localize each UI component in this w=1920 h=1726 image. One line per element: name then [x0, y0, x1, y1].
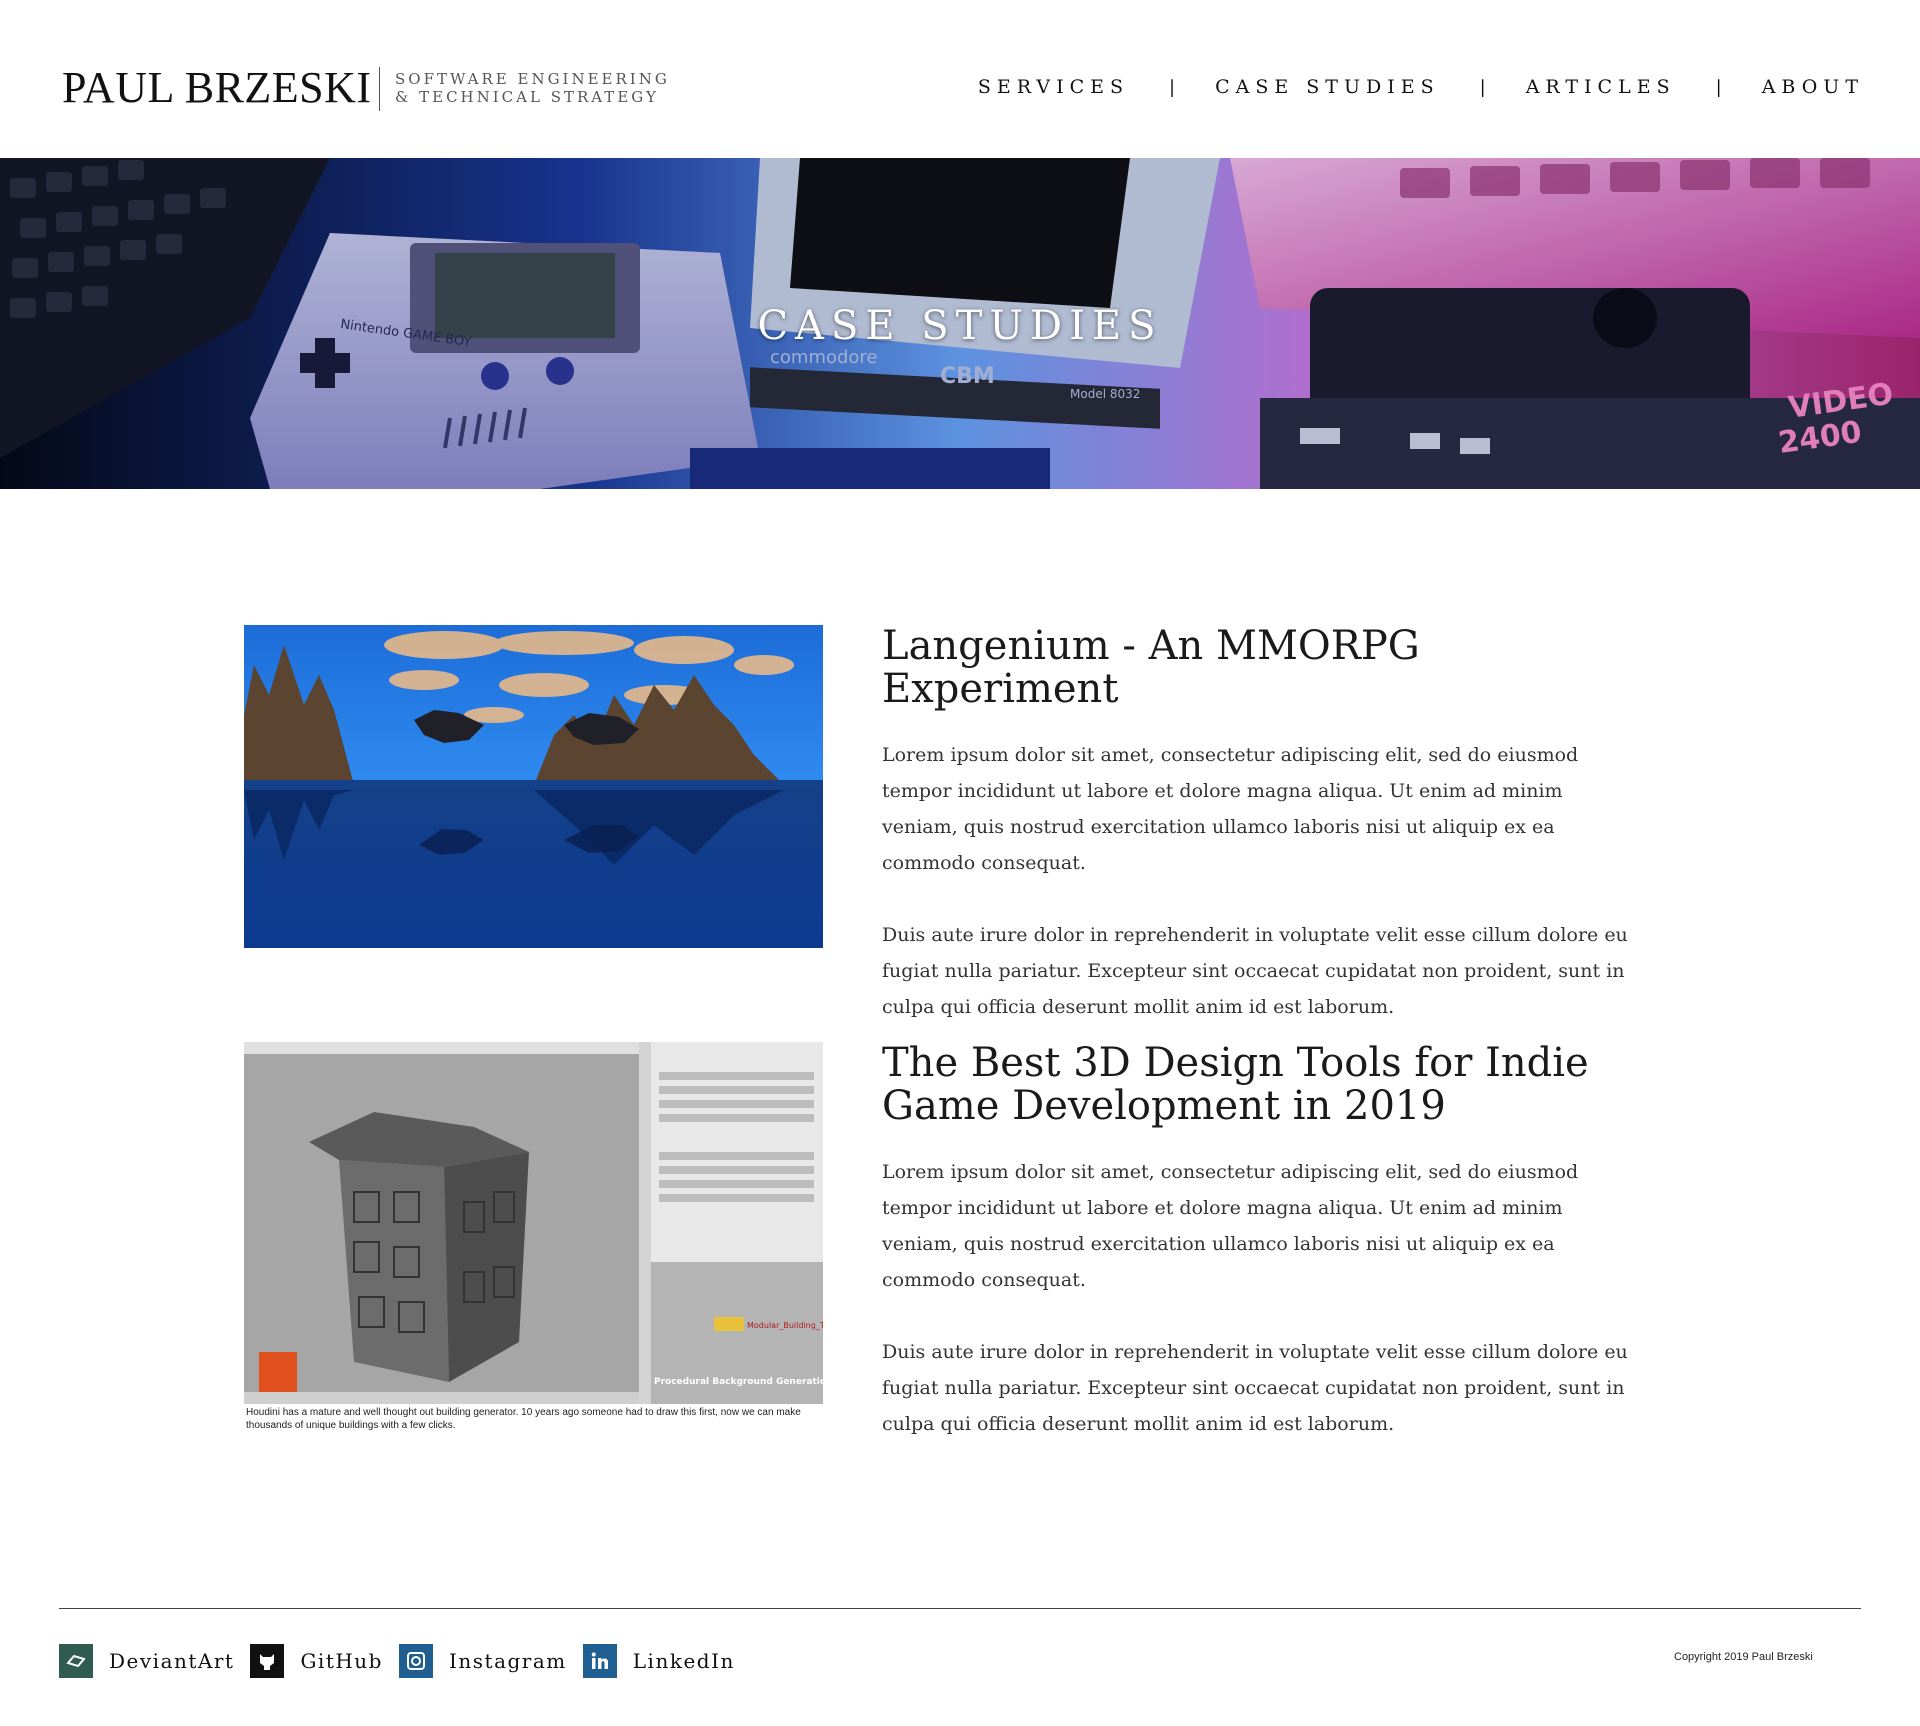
nav-articles[interactable]: ARTICLES: [1526, 76, 1676, 98]
nav-separator: |: [1169, 76, 1176, 98]
node-label: Modular_Building_Tool: [747, 1321, 823, 1330]
article-paragraph: Lorem ipsum dolor sit amet, consectetur …: [882, 744, 1579, 874]
article-paragraph: Duis aute irure dolor in reprehenderit i…: [882, 924, 1628, 1018]
social-label: LinkedIn: [632, 1649, 735, 1673]
hero-banner: Nintendo GAME BOY commodore CBM Model 80…: [0, 158, 1920, 489]
langenium-screenshot: [244, 625, 823, 948]
site-header: PAUL BRZESKI SOFTWARE ENGINEERING & TECH…: [0, 0, 1920, 158]
article-paragraph: Lorem ipsum dolor sit amet, consectetur …: [882, 1161, 1579, 1291]
image-caption: Houdini has a mature and well thought ou…: [246, 1407, 801, 1431]
tagline-line-2: & TECHNICAL STRATEGY: [395, 88, 659, 106]
social-label: GitHub: [300, 1649, 383, 1673]
tagline-line-1: SOFTWARE ENGINEERING: [395, 70, 670, 88]
overlay-title: Procedural Background Generation: [654, 1377, 823, 1387]
brand-divider: [379, 67, 380, 111]
houdini-logo: [259, 1352, 297, 1394]
github-icon: [250, 1644, 285, 1678]
instagram-icon: [399, 1644, 433, 1678]
nav-separator: |: [1479, 76, 1486, 98]
brand-tagline: SOFTWARE ENGINEERING & TECHNICAL STRATEG…: [395, 70, 670, 106]
social-label: DeviantArt: [109, 1649, 235, 1673]
footer-divider: [59, 1608, 1861, 1609]
nav-separator: |: [1715, 76, 1722, 98]
main-nav: SERVICES | CASE STUDIES | ARTICLES | ABO…: [978, 76, 1864, 98]
article-text: Langenium - An MMORPG Experiment Lorem i…: [882, 625, 1642, 1061]
social-links: DeviantArt GitHub Instagram LinkedIn: [59, 1644, 751, 1678]
article-thumbnail[interactable]: Modular_Building_Tool Procedural Backgro…: [244, 1042, 823, 1442]
deviantart-icon: [59, 1644, 93, 1678]
nav-about[interactable]: ABOUT: [1762, 76, 1864, 98]
nav-case-studies[interactable]: CASE STUDIES: [1215, 76, 1440, 98]
article-title[interactable]: The Best 3D Design Tools for Indie Game …: [882, 1042, 1642, 1128]
hero-title: CASE STUDIES: [757, 303, 1163, 349]
social-link-deviantart[interactable]: DeviantArt: [59, 1644, 234, 1678]
brand-name[interactable]: PAUL BRZESKI: [62, 62, 372, 113]
social-label: Instagram: [449, 1649, 567, 1673]
social-link-instagram[interactable]: Instagram: [399, 1644, 567, 1678]
social-link-github[interactable]: GitHub: [250, 1644, 383, 1678]
article-thumbnail[interactable]: [244, 625, 823, 948]
nav-services[interactable]: SERVICES: [978, 76, 1129, 98]
social-link-linkedin[interactable]: LinkedIn: [582, 1644, 735, 1678]
copyright-text: Copyright 2019 Paul Brzeski: [1674, 1651, 1813, 1663]
houdini-screenshot: Modular_Building_Tool Procedural Backgro…: [244, 1042, 823, 1442]
linkedin-icon: [582, 1644, 617, 1678]
article-text: The Best 3D Design Tools for Indie Game …: [882, 1042, 1642, 1478]
article-title[interactable]: Langenium - An MMORPG Experiment: [882, 625, 1642, 711]
article-paragraph: Duis aute irure dolor in reprehenderit i…: [882, 1341, 1628, 1435]
